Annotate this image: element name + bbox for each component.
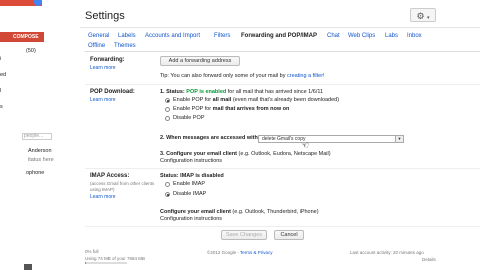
header-divider [80, 27, 480, 28]
gear-icon: ⚙ [416, 11, 425, 21]
pop-option1-bold: all mail [212, 97, 232, 103]
pop-option1-prefix: Enable POP for [173, 97, 213, 103]
left-sidebar: COMPOSE (50) i ed l s people... Anderson… [0, 0, 80, 270]
sidebar-item-inbox[interactable]: (50) [26, 48, 36, 54]
imap-enable-label: Enable IMAP [173, 181, 206, 187]
tab-labels[interactable]: Labels [118, 33, 136, 39]
storage-percent: 0% full [85, 249, 99, 254]
dropdown-arrow-icon: ▼ [395, 136, 403, 142]
tab-general[interactable]: General [88, 33, 109, 39]
create-filter-link[interactable]: creating a filter! [287, 73, 325, 79]
save-changes-button[interactable]: Save Changes [221, 230, 267, 240]
imap-enable-radio[interactable] [165, 182, 170, 187]
section-divider [85, 84, 480, 85]
storage-meter-fill [85, 262, 86, 264]
imap-learn-more-link[interactable]: Learn more [90, 194, 116, 200]
forwarding-learn-more-link[interactable]: Learn more [90, 65, 116, 71]
add-forwarding-address-button[interactable]: Add a forwarding address [160, 56, 240, 66]
settings-gear-button[interactable]: ⚙ ▾ [410, 8, 436, 22]
tab-forwarding[interactable]: Forwarding and POP/IMAP [241, 33, 317, 39]
imap-desc-line2: using IMAP) [90, 187, 115, 192]
tab-labs[interactable]: Labs [385, 33, 398, 39]
contact-status: itatus here [28, 157, 54, 163]
pop-configure-suffix: (e.g. Outlook, Eudora, Netscape Mail) [237, 151, 331, 157]
compose-button[interactable]: COMPOSE [0, 32, 44, 42]
tab-chat[interactable]: Chat [327, 33, 340, 39]
imap-status: Status: IMAP is disabled [160, 173, 224, 179]
storage-detail: Using 74 MB of your 7684 MB [85, 256, 146, 261]
pop-action-select[interactable]: delete Gmail's copy ▼ [258, 135, 404, 143]
page-title: Settings [85, 10, 125, 22]
imap-disable-radio[interactable] [165, 192, 170, 197]
pop-config-instructions-link[interactable]: Configuration instructions [160, 158, 222, 164]
terms-privacy-link[interactable]: Terms & Privacy [240, 250, 273, 255]
pop-option2-bold: mail that arrives from now on [212, 106, 290, 112]
section-divider [85, 168, 480, 169]
sidebar-item-sent[interactable]: ed [0, 72, 6, 78]
search-people-input[interactable]: people... [22, 133, 52, 140]
imap-access-label: IMAP Access: [90, 173, 130, 179]
sidebar-item-more[interactable]: s [0, 104, 3, 110]
pop-status-suffix: for all mail that has arrived since 1/6/… [226, 89, 324, 95]
pop-status-prefix: 1. Status: [160, 89, 187, 95]
imap-configure-label: Configure your email client [160, 209, 231, 215]
pop-status-value: POP is enabled [186, 89, 227, 95]
copyright-text: ©2012 Google - [207, 250, 241, 255]
imap-config-instructions-link[interactable]: Configuration instructions [160, 216, 222, 222]
imap-configure-suffix: (e.g. Outlook, Thunderbird, iPhone) [230, 209, 319, 215]
contact-anderson[interactable]: Anderson [28, 148, 52, 154]
activity-details-link[interactable]: Details [422, 257, 436, 262]
pop-download-label: POP Download: [90, 89, 135, 95]
pop-configure-label: 3. Configure your email client [160, 151, 238, 157]
pop-option3: Disable POP [173, 115, 205, 121]
forwarding-tip-text: Tip: You can also forward only some of y… [160, 73, 287, 79]
last-activity-text: Last account activity: 20 minutes ago [350, 250, 424, 255]
avatar[interactable] [24, 264, 32, 270]
pop-disable-radio[interactable] [165, 116, 170, 121]
sidebar-item-drafts[interactable]: l [0, 88, 1, 94]
tab-themes[interactable]: Themes [114, 43, 136, 49]
tabs-divider [85, 51, 480, 52]
imap-disable-label: Disable IMAP [173, 191, 207, 197]
pop-option1-suffix: (even mail that's already been downloade… [231, 97, 340, 103]
mouse-cursor-icon: ☜ [301, 140, 310, 150]
tab-accounts[interactable]: Accounts and Import [145, 33, 200, 39]
pop-all-mail-radio[interactable] [165, 98, 170, 103]
pop-option2-prefix: Enable POP for [173, 106, 213, 112]
pop-learn-more-link[interactable]: Learn more [90, 97, 116, 103]
tab-filters[interactable]: Filters [214, 33, 230, 39]
section-divider [85, 226, 480, 227]
forwarding-label: Forwarding: [90, 57, 125, 63]
storage-meter [85, 262, 127, 264]
pop-action-selected-value: delete Gmail's copy [262, 136, 306, 142]
imap-desc-line1: (access Gmail from other clients [90, 181, 155, 186]
tab-inbox[interactable]: Inbox [407, 33, 422, 39]
contact-phone[interactable]: ophone [26, 170, 44, 176]
pop-when-label: 2. When messages are accessed with POP [160, 135, 271, 141]
pop-new-mail-radio[interactable] [165, 107, 170, 112]
sidebar-item-starred[interactable]: i [0, 56, 1, 62]
tab-web-clips[interactable]: Web Clips [348, 33, 375, 39]
cancel-button[interactable]: Cancel [274, 230, 304, 240]
chevron-down-icon: ▾ [427, 15, 430, 21]
tab-offline[interactable]: Offline [88, 43, 105, 49]
